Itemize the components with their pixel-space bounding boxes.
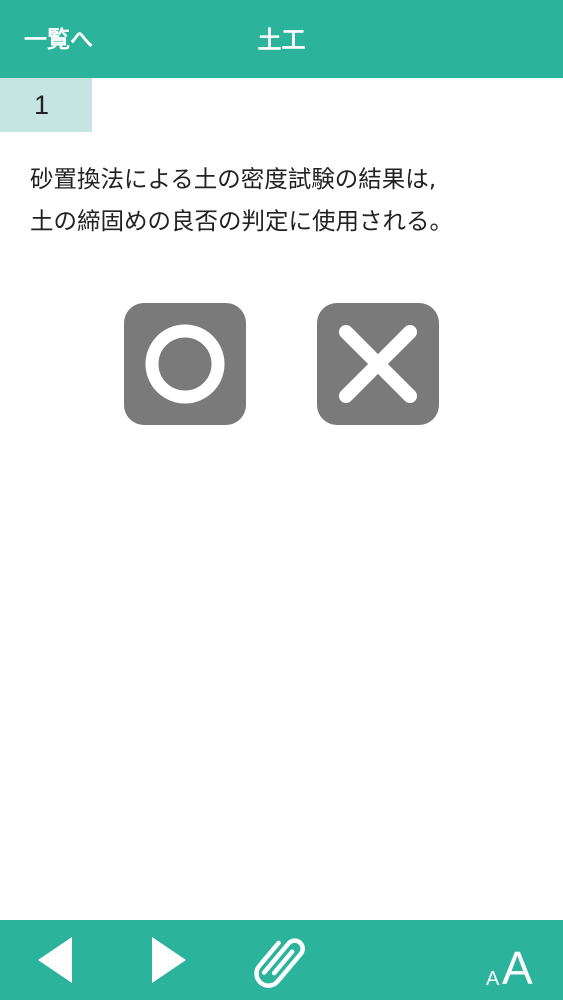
- previous-button[interactable]: [36, 935, 76, 985]
- circle-icon: [145, 324, 225, 404]
- answer-true-button[interactable]: [124, 303, 246, 425]
- question-number: 1: [0, 78, 92, 132]
- next-arrow-icon: [152, 937, 186, 983]
- attachment-button[interactable]: [254, 930, 312, 992]
- cross-icon: [339, 325, 417, 403]
- prev-arrow-icon: [38, 937, 72, 983]
- font-size-large-glyph: A: [502, 942, 533, 994]
- next-button[interactable]: [148, 935, 188, 985]
- page-title: 土工: [257, 26, 306, 54]
- question-text: 砂置換法による土の密度試験の結果は, 土の締固めの良否の判定に使用される。: [30, 165, 453, 235]
- bottom-toolbar: A A: [0, 920, 563, 1000]
- header-bar: 一覧へ 土工: [0, 0, 563, 78]
- font-size-small-glyph: A: [486, 968, 500, 990]
- paperclip-icon: [254, 938, 305, 988]
- answer-false-button[interactable]: [317, 303, 439, 425]
- font-size-button[interactable]: A A: [486, 930, 542, 992]
